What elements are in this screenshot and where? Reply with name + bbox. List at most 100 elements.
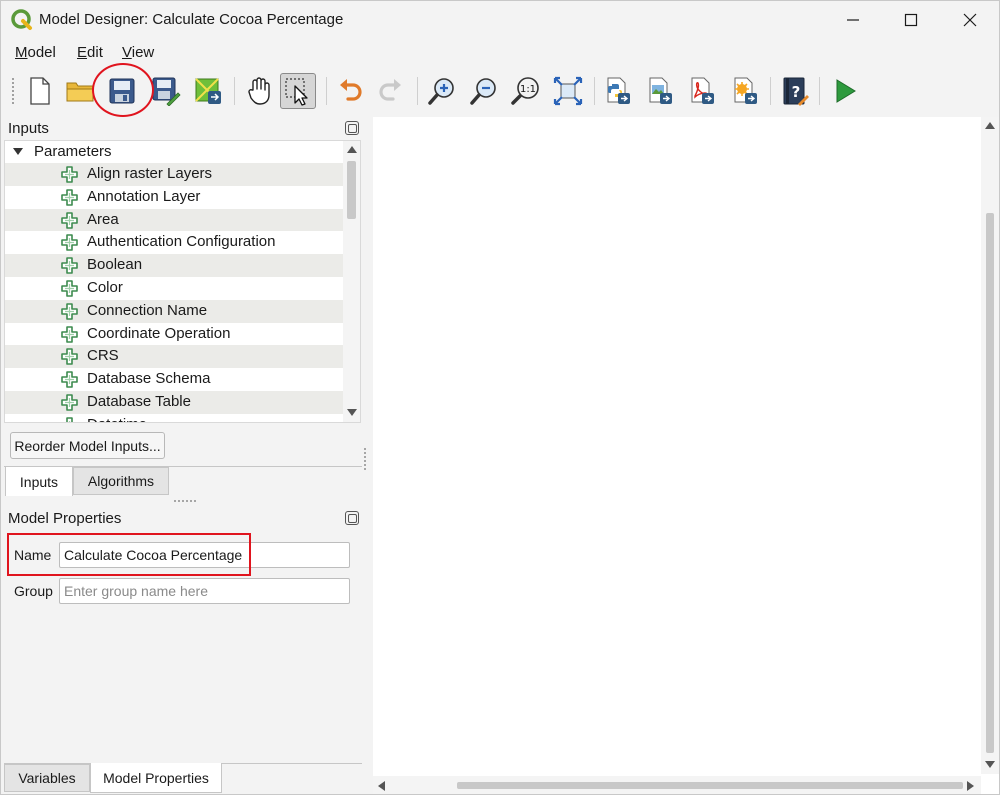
menu-bar: Model Edit View: [1, 39, 999, 65]
tree-item-label: Datetime: [87, 416, 147, 422]
tree-item-label: Color: [87, 279, 123, 296]
project-export-icon: [195, 78, 221, 104]
horizontal-splitter-handle[interactable]: [173, 499, 197, 503]
tree-item[interactable]: Connection Name: [5, 299, 344, 323]
tab-inputs[interactable]: Inputs: [5, 466, 73, 496]
tree-item[interactable]: Authentication Configuration: [5, 231, 344, 254]
inputs-panel-title: Inputs: [8, 120, 49, 137]
save-model-button[interactable]: [104, 73, 140, 109]
tree-item-label: Boolean: [87, 256, 143, 274]
tab-variables[interactable]: Variables: [4, 764, 90, 792]
zoom-in-button[interactable]: [424, 73, 460, 109]
menu-model[interactable]: Model: [15, 44, 56, 61]
new-model-button[interactable]: [22, 73, 58, 109]
canvas-vertical-thumb[interactable]: [986, 213, 994, 753]
save-disk-icon: [109, 78, 135, 104]
tree-item[interactable]: Datetime: [5, 414, 344, 422]
svg-text:?: ?: [792, 83, 801, 101]
tree-item[interactable]: Database Schema: [5, 368, 344, 391]
canvas-scroll-down-icon[interactable]: [985, 761, 995, 768]
tree-item-label: Database Table: [87, 393, 191, 410]
add-parameter-icon: [61, 394, 78, 411]
svg-export-icon: [734, 77, 757, 104]
zoom-actual-size-button[interactable]: 1:1: [508, 73, 544, 109]
open-model-button[interactable]: [62, 73, 98, 109]
toolbar-separator: [234, 77, 235, 105]
tree-item-label: Coordinate Operation: [87, 324, 231, 342]
save-model-as-button[interactable]: [148, 73, 184, 109]
tree-item[interactable]: CRS: [5, 345, 344, 369]
redo-button[interactable]: [373, 73, 409, 109]
scroll-down-icon[interactable]: [347, 409, 357, 416]
expand-triangle-icon[interactable]: [13, 148, 23, 156]
canvas-horizontal-thumb[interactable]: [457, 782, 963, 789]
new-document-icon: [30, 77, 50, 105]
group-input[interactable]: Enter group name here: [59, 578, 350, 604]
export-image-button[interactable]: [641, 73, 677, 109]
zoom-out-button[interactable]: [466, 73, 502, 109]
tree-item[interactable]: Coordinate Operation: [5, 323, 344, 346]
tree-item[interactable]: Boolean: [5, 254, 344, 277]
window-title: Model Designer: Calculate Cocoa Percenta…: [39, 11, 344, 28]
run-play-icon: [836, 79, 856, 103]
canvas-scroll-up-icon[interactable]: [985, 122, 995, 129]
tree-vertical-scrollbar[interactable]: [343, 141, 360, 422]
canvas-scroll-left-icon[interactable]: [378, 781, 385, 791]
maximize-button[interactable]: [882, 1, 940, 39]
edit-model-help-button[interactable]: ?: [777, 73, 813, 109]
select-cursor-icon: [285, 78, 308, 106]
export-python-script-button[interactable]: [599, 73, 635, 109]
folder-icon: [66, 82, 94, 102]
tree-root-parameters[interactable]: Parameters: [5, 141, 345, 163]
minimize-button[interactable]: [824, 1, 882, 39]
pan-button[interactable]: [241, 73, 277, 109]
run-model-button[interactable]: [827, 73, 863, 109]
tree-item[interactable]: Area: [5, 208, 344, 232]
tree-item-label: CRS: [87, 347, 119, 365]
model-canvas[interactable]: [373, 117, 999, 794]
zoom-full-extent-icon: [553, 76, 583, 106]
name-input[interactable]: Calculate Cocoa Percentage: [59, 542, 350, 568]
menu-edit[interactable]: Edit: [77, 44, 103, 61]
canvas-scroll-right-icon[interactable]: [967, 781, 974, 791]
tree-scroll-thumb[interactable]: [347, 161, 356, 219]
inputs-panel-float-button[interactable]: [345, 121, 359, 135]
svg-text:1:1: 1:1: [520, 84, 536, 95]
tree-item[interactable]: Color: [5, 277, 344, 300]
tab-algorithms[interactable]: Algorithms: [73, 467, 169, 495]
tab-model-properties[interactable]: Model Properties: [90, 763, 222, 793]
export-pdf-button[interactable]: [683, 73, 719, 109]
close-icon: [963, 13, 977, 27]
save-as-icon: [152, 77, 181, 106]
save-in-project-button[interactable]: [190, 73, 226, 109]
add-parameter-icon: [61, 371, 78, 388]
export-svg-button[interactable]: [726, 73, 762, 109]
reorder-model-inputs-button[interactable]: Reorder Model Inputs...: [10, 432, 165, 459]
tree-item-label: Authentication Configuration: [87, 233, 276, 251]
scroll-up-icon[interactable]: [347, 146, 357, 153]
tree-item-label: Database Schema: [87, 370, 211, 388]
tree-item[interactable]: Database Table: [5, 391, 344, 414]
help-book-icon: ?: [783, 77, 809, 106]
redo-arrow-icon: [379, 79, 401, 101]
add-parameter-icon: [61, 348, 78, 366]
qgis-logo-icon: [11, 9, 32, 30]
zoom-full-button[interactable]: [550, 73, 586, 109]
vertical-splitter-handle[interactable]: [363, 447, 367, 471]
canvas-vertical-scrollbar[interactable]: [981, 117, 999, 774]
add-parameter-icon: [61, 211, 78, 229]
undo-button[interactable]: [332, 73, 368, 109]
toolbar-separator: [594, 77, 595, 105]
toolbar-grip[interactable]: [11, 77, 15, 105]
tree-item[interactable]: Annotation Layer: [5, 186, 344, 209]
menu-view[interactable]: View: [122, 44, 154, 61]
group-label: Group: [14, 583, 53, 599]
tree-item[interactable]: Align raster Layers: [5, 163, 344, 186]
tree-item-label: Connection Name: [87, 301, 208, 319]
hand-pan-icon: [248, 77, 270, 105]
select-items-button[interactable]: [280, 73, 316, 109]
model-properties-float-button[interactable]: [345, 511, 359, 525]
close-button[interactable]: [941, 1, 999, 39]
parameters-tree[interactable]: Parameters Align raster Layers Annotation…: [4, 140, 361, 423]
canvas-horizontal-scrollbar[interactable]: [373, 776, 981, 794]
